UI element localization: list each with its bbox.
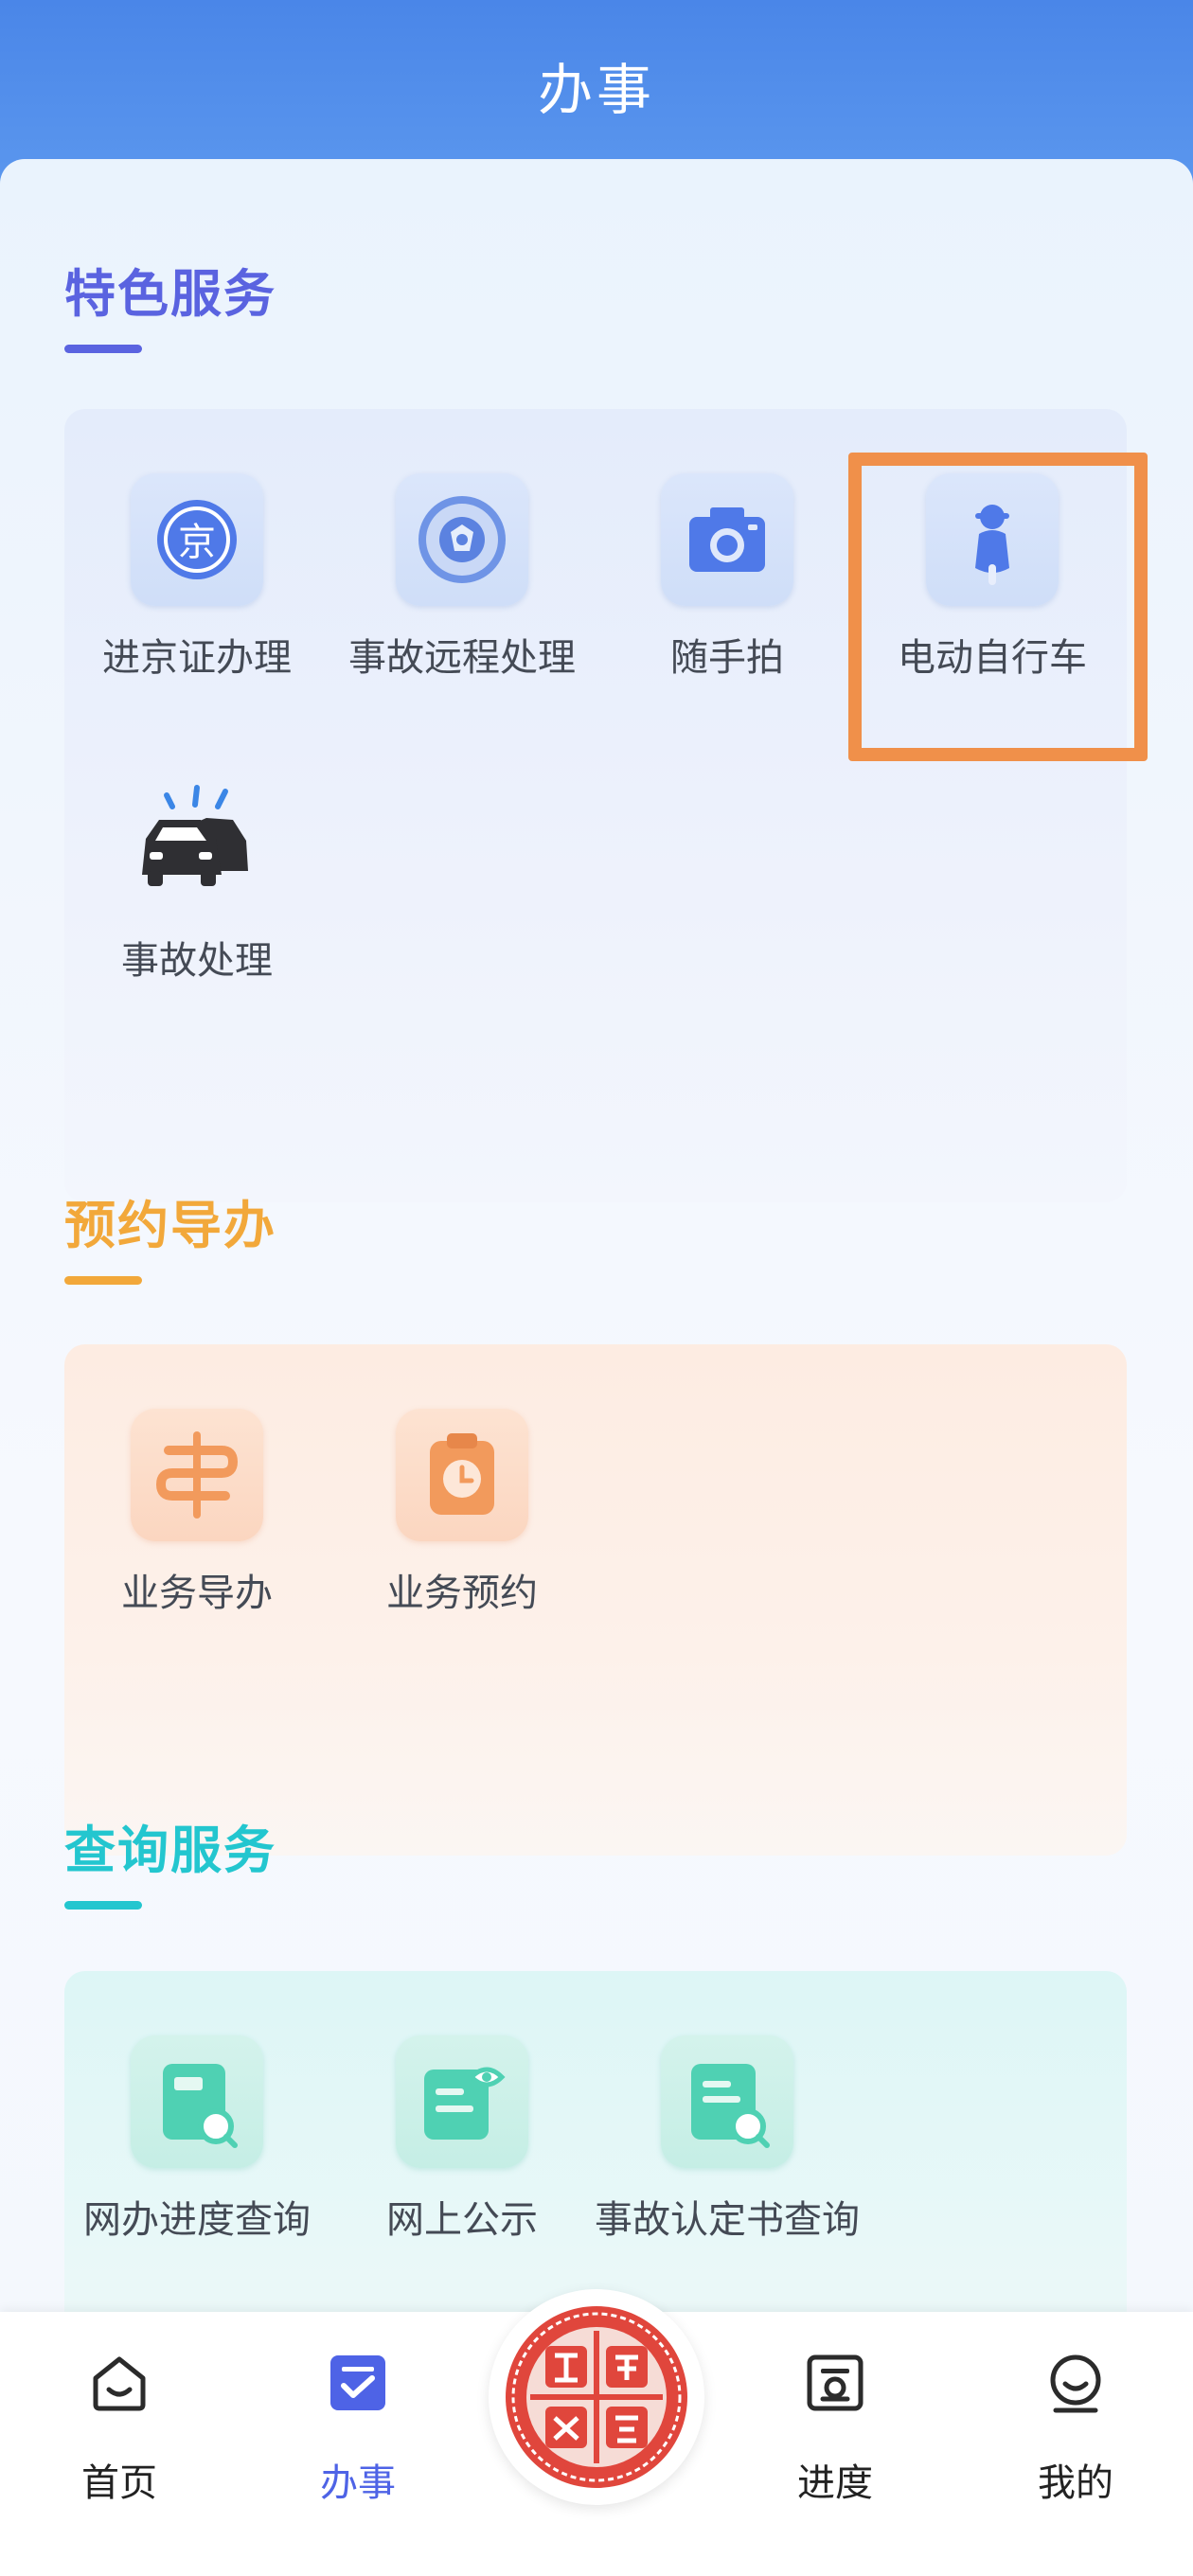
section-underline-appointment bbox=[64, 1276, 142, 1285]
tab-progress[interactable]: 进度 bbox=[740, 2312, 930, 2576]
service-label: 网上公示 bbox=[386, 2198, 538, 2242]
appointment-card: 业务导办 业务预约 bbox=[64, 1344, 1127, 1856]
highlight-box-e-bike bbox=[848, 453, 1148, 761]
tab-label-home: 首页 bbox=[81, 2461, 157, 2505]
jing-badge-icon: 京 bbox=[131, 473, 263, 606]
progress-search-icon bbox=[131, 2035, 263, 2168]
section-title-appointment: 预约导办 bbox=[64, 1196, 276, 1255]
appointment-clock-icon bbox=[396, 1409, 528, 1541]
service-label: 事故处理 bbox=[121, 939, 273, 983]
tab-home[interactable]: 首页 bbox=[25, 2312, 214, 2576]
service-label: 事故远程处理 bbox=[348, 636, 576, 680]
svg-text:京: 京 bbox=[178, 521, 216, 564]
section-title-query: 查询服务 bbox=[64, 1821, 276, 1880]
tab-tasks[interactable]: 办事 bbox=[263, 2312, 453, 2576]
tab-label-mine: 我的 bbox=[1038, 2461, 1113, 2505]
tab-label-tasks: 办事 bbox=[320, 2461, 396, 2505]
seal-icon bbox=[506, 2306, 687, 2488]
home-icon bbox=[93, 2356, 146, 2411]
service-label: 随手拍 bbox=[670, 636, 784, 680]
service-label: 事故认定书查询 bbox=[595, 2198, 860, 2242]
tasks-icon bbox=[330, 2355, 385, 2410]
route-icon bbox=[131, 1409, 263, 1541]
tab-label-progress: 进度 bbox=[797, 2461, 873, 2505]
public-notice-icon bbox=[396, 2035, 528, 2168]
section-title-featured: 特色服务 bbox=[64, 264, 276, 324]
service-label: 网办进度查询 bbox=[83, 2198, 311, 2242]
beijing-traffic-police-logo-button[interactable] bbox=[489, 2289, 704, 2505]
page-title: 办事 bbox=[537, 58, 655, 122]
police-emblem-icon bbox=[396, 473, 528, 606]
section-underline-featured bbox=[64, 345, 142, 353]
service-label: 进京证办理 bbox=[102, 636, 292, 680]
camera-icon bbox=[661, 473, 793, 606]
car-accident-icon bbox=[131, 776, 263, 909]
smile-profile-icon bbox=[1050, 2354, 1101, 2413]
tab-mine[interactable]: 我的 bbox=[981, 2312, 1170, 2576]
service-label: 业务预约 bbox=[386, 1572, 538, 1615]
section-underline-query bbox=[64, 1901, 142, 1910]
progress-icon bbox=[807, 2354, 864, 2411]
service-label: 业务导办 bbox=[121, 1572, 273, 1615]
report-search-icon bbox=[661, 2035, 793, 2168]
